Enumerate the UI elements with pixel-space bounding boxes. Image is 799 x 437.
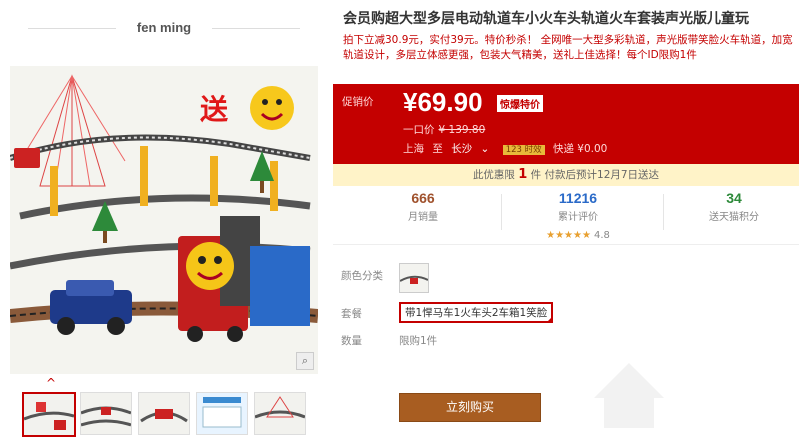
- shipping-row: 上海 至 长沙 ⌄ 123 时效 快递 ¥0.00: [403, 141, 612, 156]
- delivery-time-badge: 123 时效: [502, 145, 545, 155]
- original-price: ¥ 139.80: [438, 124, 486, 136]
- points-value: 34: [726, 190, 742, 206]
- product-info-panel: 会员购超大型多层电动轨道车小火车头轨道火车套装声光版儿童玩 拍下立减30.9元，…: [332, 0, 799, 433]
- caret-up-icon: ^: [46, 376, 57, 390]
- limit-prefix: 此优惠限: [472, 169, 515, 181]
- points-stat: 34 送天猫积分: [669, 190, 799, 223]
- monthly-sales-stat: 666 月销量: [358, 190, 488, 223]
- buy-now-button[interactable]: 立刻购买: [399, 393, 541, 422]
- purchase-limit-bar: 此优惠限 1 件 付款后预计12月7日送达: [333, 164, 799, 186]
- rating-value: 4.8: [593, 230, 610, 241]
- color-label: 颜色分类: [341, 270, 383, 282]
- gift-badge: 送: [200, 93, 229, 126]
- reviews-value: 11216: [558, 190, 598, 206]
- set-option[interactable]: 带1悍马车1火车头2车箱1笑脸: [399, 302, 554, 323]
- divider: [663, 194, 664, 230]
- promo-price-label: 促销价: [342, 96, 374, 108]
- set-option-label: 带1悍马车1火车头2车箱1笑脸: [405, 307, 548, 319]
- limit-count: 1: [518, 167, 528, 182]
- thumbnail[interactable]: [254, 392, 306, 435]
- current-price: ¥69.90: [403, 87, 483, 117]
- set-label: 套餐: [341, 308, 362, 320]
- destination-select[interactable]: 长沙 ⌄: [451, 143, 494, 155]
- monthly-sales-label: 月销量: [408, 212, 438, 223]
- thumbnail[interactable]: [138, 392, 190, 435]
- brand-header: fen ming: [28, 18, 300, 38]
- divider: [212, 28, 300, 29]
- quantity-label: 数量: [341, 335, 362, 347]
- divider: [501, 194, 502, 230]
- ship-from: 上海: [403, 143, 424, 155]
- reviews-label: 累计评价: [558, 212, 598, 223]
- main-product-image[interactable]: 送 ⌕: [10, 66, 318, 374]
- thumbnail[interactable]: [22, 392, 76, 437]
- promo-tag: 惊爆特价: [497, 95, 543, 112]
- shipping-fee: 快递 ¥0.00: [552, 143, 608, 155]
- product-title: 会员购超大型多层电动轨道车小火车头轨道火车套装声光版儿童玩: [343, 11, 749, 27]
- selected-check-icon: [546, 316, 554, 323]
- product-subtitle: 拍下立减30.9元，实付39元。特价秒杀！ 全网唯一大型多彩轨道，声光版带笑脸火…: [343, 34, 793, 61]
- toy-train-illustration: [10, 66, 318, 374]
- house-logo-icon: [594, 363, 664, 428]
- color-option[interactable]: [399, 263, 429, 293]
- limit-suffix: 件 付款后预计12月7日送达: [530, 169, 660, 181]
- thumbnail[interactable]: [80, 392, 132, 435]
- stats-row: 666 月销量 11216 累计评价 ★★★★★ 4.8 34 送天猫积分: [333, 190, 799, 245]
- star-rating-icon: ★★★★★: [546, 230, 591, 241]
- points-label: 送天猫积分: [709, 212, 759, 223]
- price-panel: 促销价 ¥69.90 惊爆特价 一口价 ¥ 139.80 上海 至 长沙 ⌄ 12…: [333, 84, 799, 164]
- monthly-sales-value: 666: [411, 190, 435, 206]
- gallery-panel: fen ming 送 ⌕ ^: [0, 0, 330, 437]
- thumbnail[interactable]: [196, 392, 248, 435]
- original-price-label: 一口价: [403, 124, 435, 136]
- ship-to-word: 至: [432, 143, 443, 155]
- reviews-stat[interactable]: 11216 累计评价 ★★★★★ 4.8: [513, 190, 643, 242]
- chevron-down-icon: ⌄: [480, 143, 490, 155]
- magnifier-icon[interactable]: ⌕: [296, 352, 314, 370]
- original-price-row: 一口价 ¥ 139.80: [403, 122, 485, 137]
- quantity-limit: 限购1件: [399, 335, 438, 347]
